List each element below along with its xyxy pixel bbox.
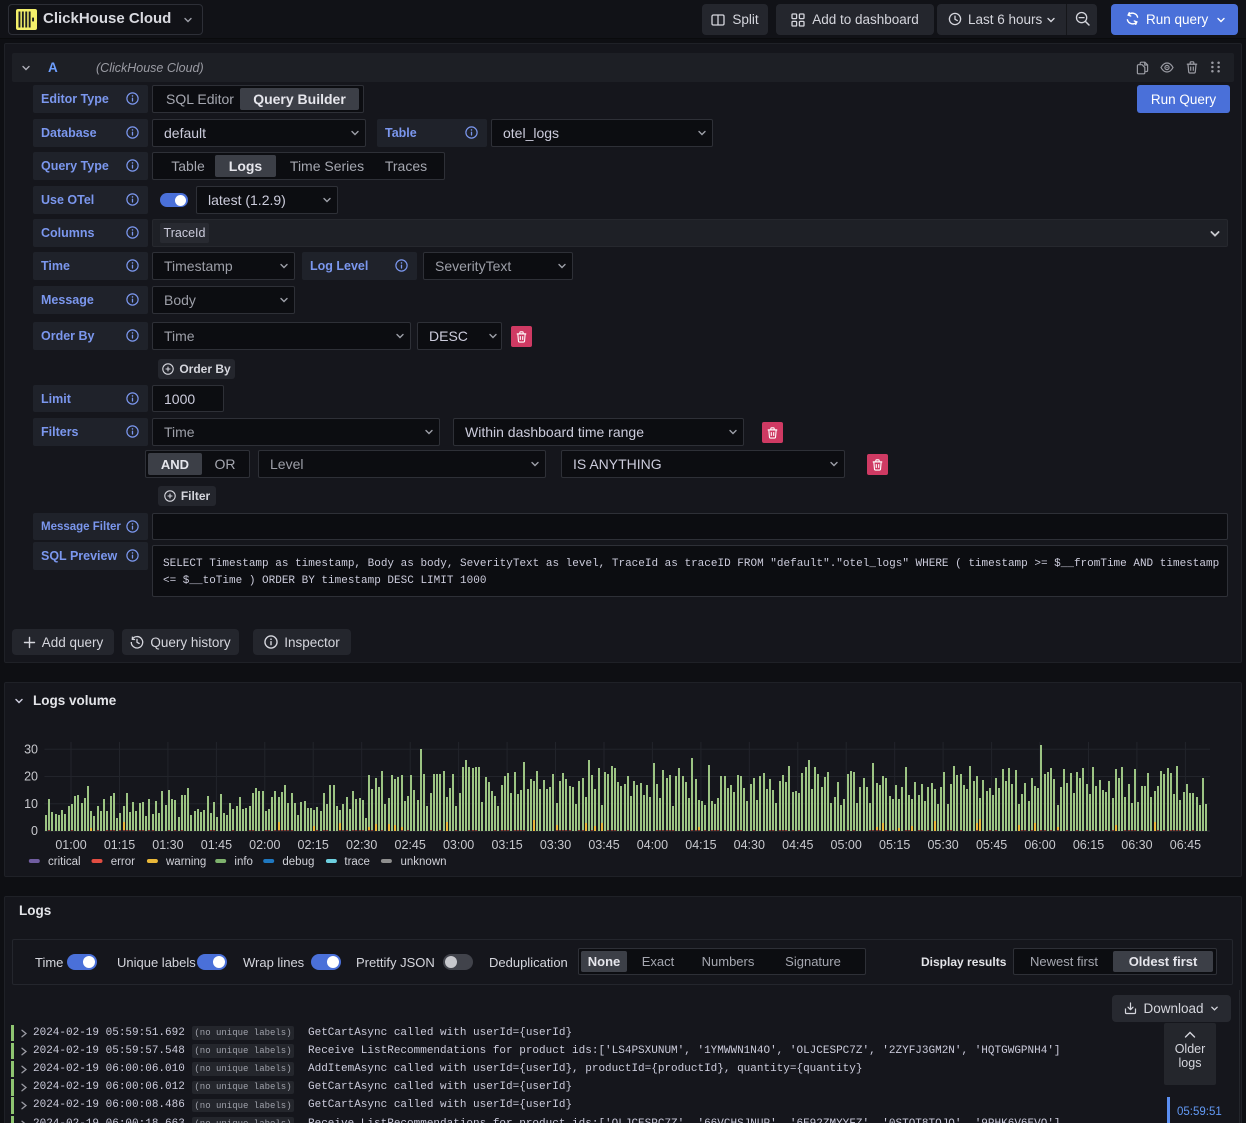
svg-text:04:00: 04:00 (637, 838, 668, 852)
svg-text:error: error (111, 856, 135, 868)
svg-text:04:45: 04:45 (782, 838, 813, 852)
svg-text:info: info (234, 856, 253, 868)
svg-text:05:30: 05:30 (927, 838, 958, 852)
svg-text:03:30: 03:30 (540, 838, 571, 852)
svg-text:05:45: 05:45 (976, 838, 1007, 852)
svg-text:04:15: 04:15 (685, 838, 716, 852)
svg-text:03:45: 03:45 (588, 838, 619, 852)
svg-text:03:15: 03:15 (491, 838, 522, 852)
svg-text:02:30: 02:30 (346, 838, 377, 852)
svg-text:30: 30 (24, 743, 38, 757)
svg-text:warning: warning (165, 856, 206, 868)
svg-text:01:45: 01:45 (201, 838, 232, 852)
svg-text:05:15: 05:15 (879, 838, 910, 852)
svg-text:unknown: unknown (401, 856, 447, 868)
svg-text:02:45: 02:45 (395, 838, 426, 852)
svg-text:06:45: 06:45 (1170, 838, 1201, 852)
svg-text:06:15: 06:15 (1073, 838, 1104, 852)
svg-text:05:00: 05:00 (831, 838, 862, 852)
svg-text:critical: critical (48, 856, 81, 868)
svg-text:01:00: 01:00 (55, 838, 86, 852)
svg-text:06:00: 06:00 (1024, 838, 1055, 852)
svg-text:01:30: 01:30 (152, 838, 183, 852)
svg-text:20: 20 (24, 770, 38, 784)
svg-text:debug: debug (282, 856, 314, 868)
svg-text:0: 0 (31, 824, 38, 838)
svg-text:06:30: 06:30 (1121, 838, 1152, 852)
svg-text:trace: trace (344, 856, 370, 868)
svg-text:04:30: 04:30 (734, 838, 765, 852)
svg-text:03:00: 03:00 (443, 838, 474, 852)
svg-text:01:15: 01:15 (104, 838, 135, 852)
svg-text:02:00: 02:00 (249, 838, 280, 852)
svg-text:02:15: 02:15 (298, 838, 329, 852)
svg-text:10: 10 (24, 797, 38, 811)
